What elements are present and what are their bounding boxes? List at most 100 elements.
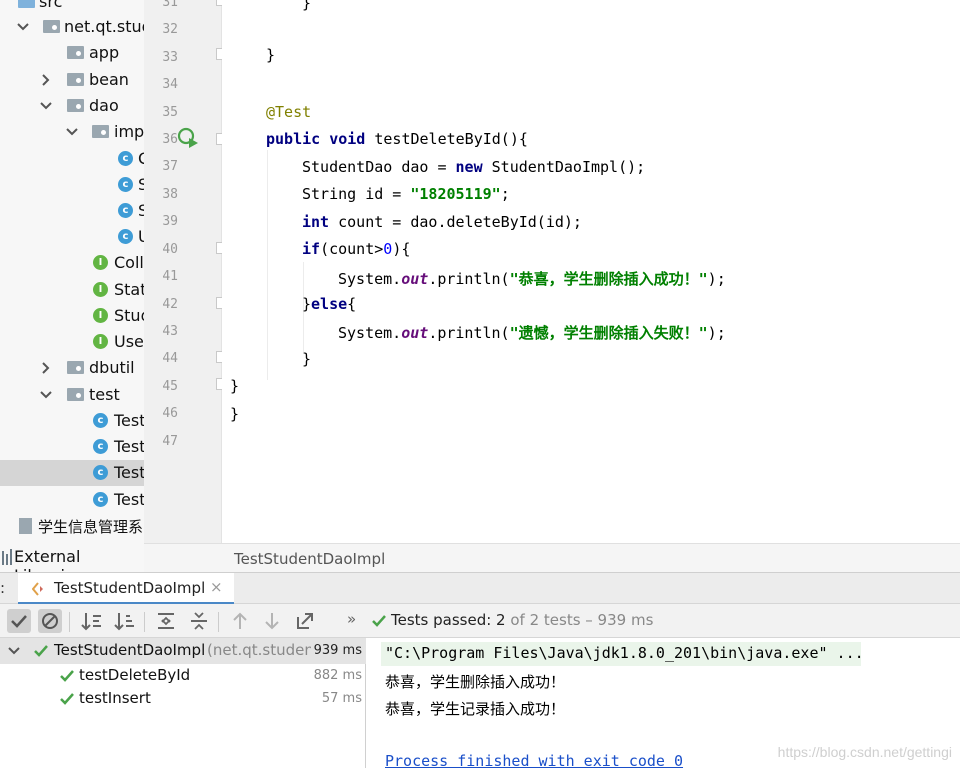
console-command-line: "C:\Program Files\Java\jdk1.8.0_201\bin\… xyxy=(385,644,864,662)
breadcrumb-class-name[interactable]: TestStudentDaoImpl xyxy=(234,550,385,568)
check-icon xyxy=(371,613,387,629)
interface-icon: I xyxy=(93,308,108,323)
line-number: 41 xyxy=(162,269,178,284)
class-icon: c xyxy=(118,203,133,218)
tree-item-test[interactable]: test xyxy=(0,382,144,408)
tree-item-interface[interactable]: I Coll xyxy=(0,250,144,276)
tree-item-test-class[interactable]: c Test xyxy=(0,408,144,434)
line-number: 37 xyxy=(162,159,178,174)
tree-item-class[interactable]: c Test xyxy=(0,487,144,513)
close-icon[interactable]: × xyxy=(210,578,223,596)
run-config-tab[interactable]: TestStudentDaoImpl × xyxy=(18,573,234,605)
module-file-icon xyxy=(19,518,32,534)
sort-alphabetically-icon[interactable] xyxy=(80,609,104,633)
previous-failed-icon[interactable] xyxy=(228,609,252,633)
tree-item-label: Coll xyxy=(114,253,144,272)
line-number: 32 xyxy=(162,22,178,37)
tree-item-class[interactable]: c S xyxy=(0,172,144,198)
tree-item-label: Test xyxy=(114,437,144,456)
tree-item-bean[interactable]: bean xyxy=(0,67,144,93)
tree-item-interface[interactable]: I Stat xyxy=(0,277,144,303)
tree-item-label: Test xyxy=(114,490,144,509)
collapse-all-icon[interactable] xyxy=(187,609,211,633)
package-icon xyxy=(67,361,84,374)
test-class-icon: c xyxy=(93,439,108,454)
more-actions-icon[interactable]: » xyxy=(347,610,356,628)
test-class-icon: c xyxy=(93,465,108,480)
line-number: 38 xyxy=(162,187,178,202)
tree-item-class[interactable]: c U xyxy=(0,224,144,250)
result-time: 57 ms xyxy=(321,691,362,706)
tree-item-impl[interactable]: imp xyxy=(0,119,144,145)
result-row-test[interactable]: testInsert 57 ms xyxy=(0,687,366,710)
test-results-tree: TestStudentDaoImpl (net.qt.studen 939 ms… xyxy=(0,638,366,768)
result-suite-package: (net.qt.studen xyxy=(207,641,311,659)
tree-item-external-libraries[interactable]: External Libraries xyxy=(0,543,144,585)
package-icon xyxy=(92,125,109,138)
tree-item-test-class-selected[interactable]: c Test xyxy=(0,460,144,486)
sort-by-duration-icon[interactable] xyxy=(113,609,137,633)
code-line-42: }else{ xyxy=(302,295,357,313)
show-ignored-toggle[interactable] xyxy=(38,609,62,633)
code-line-40: if(count>0){ xyxy=(302,240,411,258)
tree-item-label: net.qt.stud xyxy=(64,17,144,36)
result-time: 882 ms xyxy=(313,668,362,683)
run-tab-bar: : TestStudentDaoImpl × xyxy=(0,572,960,605)
tree-item-label: imp xyxy=(114,122,144,141)
tree-item-label: test xyxy=(89,385,120,404)
chevron-right-icon[interactable] xyxy=(39,73,53,87)
package-icon xyxy=(67,388,84,401)
tree-item-module-file[interactable]: 学生信息管理系 xyxy=(0,513,144,539)
chevron-down-icon[interactable] xyxy=(39,388,53,402)
code-line-37: StudentDao dao = new StudentDaoImpl(); xyxy=(302,158,646,176)
check-icon xyxy=(33,643,49,659)
line-number: 34 xyxy=(162,77,178,92)
line-number: 40 xyxy=(162,242,178,257)
result-row-suite[interactable]: TestStudentDaoImpl (net.qt.studen 939 ms xyxy=(0,638,366,664)
result-test-name: testInsert xyxy=(79,689,151,707)
test-class-icon: c xyxy=(93,413,108,428)
chevron-down-icon[interactable] xyxy=(65,125,79,139)
class-icon: c xyxy=(118,177,133,192)
tree-item-interface[interactable]: I Stud xyxy=(0,303,144,329)
show-passed-toggle[interactable] xyxy=(7,609,31,633)
line-number: 45 xyxy=(162,379,178,394)
package-icon xyxy=(43,20,60,33)
line-number: 36 xyxy=(162,132,178,147)
run-config-icon xyxy=(31,582,46,596)
line-number: 35 xyxy=(162,105,178,120)
tree-item-interface[interactable]: I Use xyxy=(0,329,144,355)
tree-item-label: Test xyxy=(114,463,144,482)
chevron-down-icon[interactable] xyxy=(16,20,30,34)
run-test-icon[interactable] xyxy=(176,126,200,150)
result-row-test[interactable]: testDeleteById 882 ms xyxy=(0,664,366,687)
tree-item-class[interactable]: c C xyxy=(0,146,144,172)
tree-item-label: bean xyxy=(89,70,129,89)
expand-all-icon[interactable] xyxy=(154,609,178,633)
export-results-icon[interactable] xyxy=(293,609,317,633)
source-folder-icon xyxy=(18,0,35,8)
tree-item-test-class[interactable]: c Test xyxy=(0,434,144,460)
result-time: 939 ms xyxy=(313,643,362,658)
line-number: 42 xyxy=(162,297,178,312)
code-editor[interactable]: } } @Test public void testDeleteById(){ … xyxy=(222,0,960,543)
libraries-icon xyxy=(2,549,12,565)
class-icon: c xyxy=(118,229,133,244)
tree-item-dbutil[interactable]: dbutil xyxy=(0,355,144,381)
chevron-down-icon[interactable] xyxy=(39,99,53,113)
interface-icon: I xyxy=(93,282,108,297)
editor-breadcrumb[interactable]: TestStudentDaoImpl xyxy=(144,543,960,572)
tree-item-dao[interactable]: dao xyxy=(0,93,144,119)
next-failed-icon[interactable] xyxy=(260,609,284,633)
chevron-right-icon[interactable] xyxy=(39,361,53,375)
chevron-down-icon[interactable] xyxy=(7,644,21,658)
package-icon xyxy=(67,46,84,59)
console-exit-line: Process finished with exit code 0 xyxy=(385,752,684,768)
tree-item-app[interactable]: app xyxy=(0,40,144,66)
tree-item-net-qt-stud[interactable]: net.qt.stud xyxy=(0,14,144,40)
line-number: 33 xyxy=(162,50,178,65)
console-output-line: 恭喜，学生记录插入成功！ xyxy=(385,700,566,718)
code-line-33: } xyxy=(266,46,276,64)
tree-item-class[interactable]: c S xyxy=(0,198,144,224)
check-icon xyxy=(59,668,75,684)
